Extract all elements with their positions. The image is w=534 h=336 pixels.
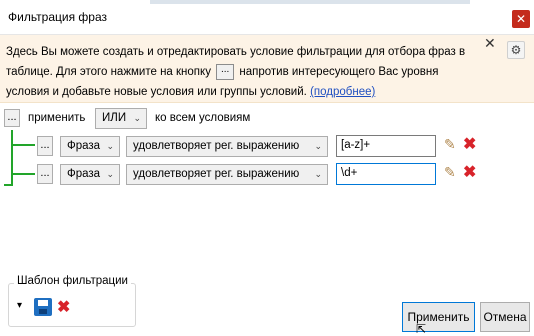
condition-operator-value: удовлетворяет рег. выражению <box>133 140 300 152</box>
root-group-menu-button[interactable]: ... <box>4 109 20 127</box>
delete-condition-icon[interactable]: ✖ <box>463 134 476 154</box>
tree-vertical-line <box>11 130 13 185</box>
condition-field-value: Фраза <box>67 168 101 180</box>
tree-branch-line <box>11 144 35 146</box>
delete-template-icon[interactable]: ✖ <box>57 297 70 317</box>
tree-end-line <box>4 184 13 186</box>
settings-gear-icon[interactable]: ⚙ <box>507 41 525 59</box>
condition-field-value: Фраза <box>67 140 101 152</box>
background-window-strip <box>150 0 470 4</box>
tree-branch-line <box>11 173 35 175</box>
chevron-down-icon: ⌄ <box>106 169 114 179</box>
condition-operator-select[interactable]: удовлетворяет рег. выражению ⌄ <box>126 136 328 157</box>
template-group-label: Шаблон фильтрации <box>14 275 131 287</box>
mouse-cursor-icon: ⇱ <box>416 322 427 336</box>
template-group <box>8 283 136 327</box>
info-close-icon[interactable]: ✕ <box>484 35 496 52</box>
apply-button[interactable]: Применить <box>402 302 475 332</box>
condition-field-select[interactable]: Фраза ⌄ <box>60 136 120 157</box>
logic-operator-select[interactable]: ИЛИ ⌄ <box>95 108 147 129</box>
condition-operator-select[interactable]: удовлетворяет рег. выражению ⌄ <box>126 164 328 185</box>
template-dropdown-icon[interactable]: ▾ <box>17 300 22 311</box>
save-icon[interactable] <box>34 298 52 316</box>
chevron-down-icon: ⌄ <box>106 141 114 151</box>
chevron-down-icon: ⌄ <box>314 169 322 179</box>
chevron-down-icon: ⌄ <box>314 141 322 151</box>
condition-value-input[interactable]: \d+ <box>336 163 436 185</box>
window-close-button[interactable]: ✕ <box>512 10 530 28</box>
condition-value-input[interactable]: [a-z]+ <box>336 135 436 157</box>
apply-suffix-label: ко всем условиям <box>155 112 251 124</box>
condition-menu-button[interactable]: ... <box>37 136 53 156</box>
delete-condition-icon[interactable]: ✖ <box>463 162 476 182</box>
condition-field-select[interactable]: Фраза ⌄ <box>60 164 120 185</box>
pencil-icon[interactable]: ✎ <box>444 164 456 181</box>
more-link[interactable]: (подробнее) <box>310 86 375 98</box>
info-text: Здесь Вы можете создать и отредактироват… <box>6 42 482 102</box>
window-title: Фильтрация фраз <box>8 10 107 24</box>
inline-dots-icon: ... <box>216 63 235 80</box>
cancel-button[interactable]: Отмена <box>480 302 530 332</box>
condition-menu-button[interactable]: ... <box>37 164 53 184</box>
chevron-down-icon: ⌄ <box>133 113 141 123</box>
pencil-icon[interactable]: ✎ <box>444 136 456 153</box>
condition-operator-value: удовлетворяет рег. выражению <box>133 168 300 180</box>
apply-label: применить <box>28 112 86 124</box>
logic-operator-value: ИЛИ <box>102 112 127 124</box>
